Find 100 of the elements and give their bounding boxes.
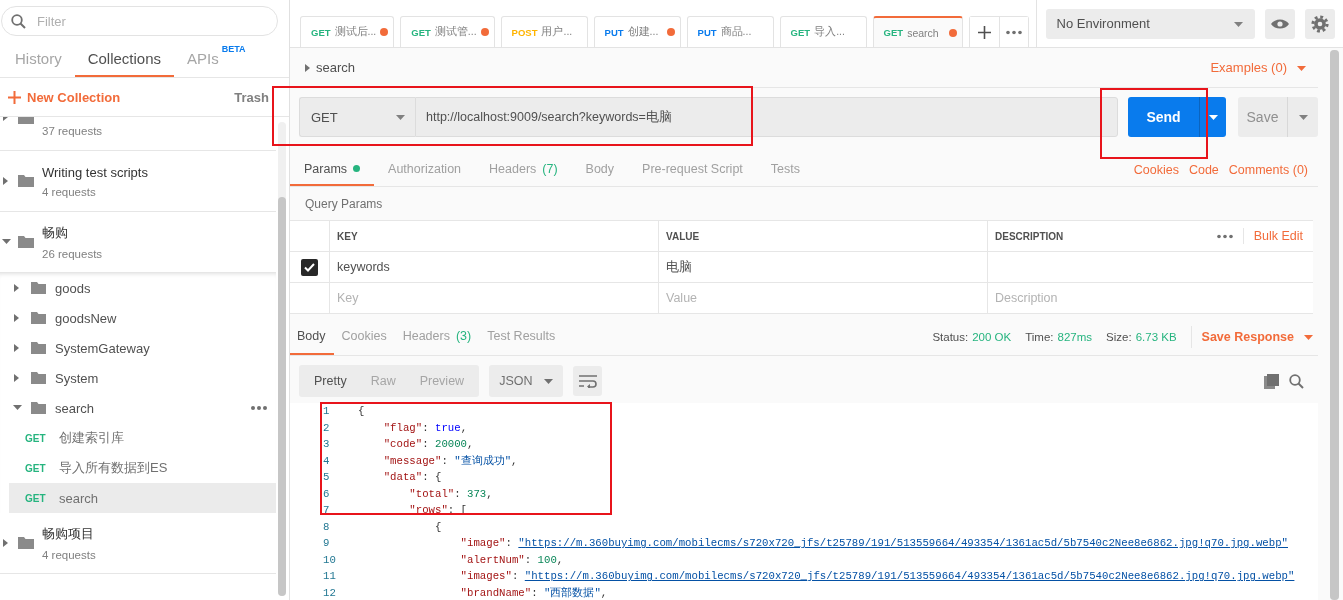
request-count: 26 requests bbox=[42, 248, 103, 260]
wrap-lines-icon bbox=[578, 374, 597, 388]
examples-link[interactable]: Examples (0) bbox=[1210, 60, 1306, 75]
method-value: GET bbox=[311, 109, 338, 125]
code-line: { bbox=[433, 520, 442, 533]
request-tab[interactable]: GET 测试后... bbox=[300, 16, 395, 47]
folder-name[interactable]: goodsNew bbox=[55, 310, 276, 326]
code-line: { bbox=[358, 405, 365, 418]
value-field[interactable]: Value bbox=[666, 291, 987, 305]
column-header: KEY bbox=[337, 230, 358, 242]
collection-item[interactable]: 畅购项目 4 requests bbox=[0, 513, 276, 574]
code-line: "total": 373, bbox=[408, 487, 493, 500]
description-field[interactable]: Description bbox=[995, 291, 1313, 305]
request-section-tab[interactable]: Authorization bbox=[374, 153, 476, 186]
new-collection-button[interactable]: New Collection bbox=[8, 89, 121, 105]
request-name: search bbox=[59, 490, 99, 506]
request-item[interactable]: GET 导入所有数据到ES bbox=[9, 453, 276, 483]
format-dropdown[interactable]: JSON bbox=[489, 365, 564, 397]
folder-name[interactable]: goods bbox=[55, 280, 276, 296]
view-tab[interactable]: Pretty bbox=[302, 365, 359, 397]
copy-icon[interactable] bbox=[1264, 373, 1279, 389]
collection-item[interactable]: Writing test scripts 4 requests bbox=[0, 151, 276, 212]
header-count: (3) bbox=[455, 329, 472, 343]
send-options-button[interactable] bbox=[1199, 97, 1226, 137]
wrap-button[interactable] bbox=[573, 366, 603, 396]
request-tab[interactable]: PUT 创建... bbox=[593, 16, 681, 47]
collection-item[interactable]: 37 requests bbox=[0, 117, 276, 151]
method-label: GET bbox=[883, 27, 904, 38]
request-section-tab[interactable]: Headers (7) bbox=[475, 153, 572, 186]
tab-title: 用户... bbox=[541, 25, 574, 39]
check-icon bbox=[304, 262, 315, 272]
folder-icon bbox=[31, 402, 46, 414]
line-number: 1 bbox=[322, 405, 331, 418]
method-label: GET bbox=[25, 432, 47, 444]
code-line: "flag": true, bbox=[382, 421, 468, 434]
link[interactable]: Comments (0) bbox=[1228, 162, 1308, 177]
method-label: PUT bbox=[604, 26, 624, 38]
link[interactable]: Code bbox=[1188, 162, 1219, 177]
settings-button[interactable] bbox=[1304, 8, 1335, 39]
request-count: 4 requests bbox=[42, 185, 97, 198]
response-tab[interactable]: Test Results bbox=[479, 319, 564, 355]
request-section-tab[interactable]: Params bbox=[290, 153, 375, 186]
more-icon[interactable] bbox=[251, 405, 267, 411]
response-tab[interactable]: Headers (3) bbox=[394, 319, 480, 355]
link[interactable]: Cookies bbox=[1133, 162, 1179, 177]
folder-icon bbox=[18, 236, 34, 248]
trash-link[interactable]: Trash bbox=[234, 89, 269, 105]
caret-down-icon bbox=[1208, 114, 1218, 120]
url-field[interactable]: http://localhost:9009/search?keywords=电脑 bbox=[415, 97, 1118, 137]
send-button[interactable]: Send bbox=[1128, 97, 1199, 137]
tab-title: 创建... bbox=[627, 25, 660, 39]
request-section-tab[interactable]: Body bbox=[571, 153, 629, 186]
more-icon[interactable] bbox=[1216, 233, 1233, 239]
collection-item[interactable]: 畅购 26 requests bbox=[0, 212, 276, 273]
search-icon[interactable] bbox=[1289, 373, 1304, 389]
sidebar-tab[interactable]: History bbox=[2, 39, 75, 77]
method-dropdown[interactable]: GET bbox=[299, 97, 415, 137]
bulk-edit-link[interactable]: Bulk Edit bbox=[1253, 229, 1303, 243]
header-count: (7) bbox=[542, 161, 558, 176]
code-line: "alertNum": 100, bbox=[459, 553, 564, 566]
quick-look-button[interactable] bbox=[1264, 8, 1295, 39]
request-tab[interactable]: GET 导入... bbox=[779, 16, 867, 47]
caret-down-icon[interactable] bbox=[2, 238, 11, 246]
response-tab[interactable]: Body bbox=[290, 319, 334, 355]
key-field[interactable]: Key bbox=[337, 291, 658, 305]
request-tab[interactable]: PUT 商品... bbox=[686, 16, 774, 47]
request-item[interactable]: GET search bbox=[9, 483, 276, 513]
plus-icon bbox=[977, 25, 991, 39]
folder-name[interactable]: System bbox=[55, 370, 276, 386]
request-name[interactable]: search bbox=[304, 60, 356, 75]
request-item[interactable]: GET 创建索引库 bbox=[9, 423, 276, 453]
request-section-tab[interactable]: Pre-request Script bbox=[628, 153, 757, 186]
line-number: 7 bbox=[322, 504, 331, 517]
environment-dropdown[interactable]: No Environment bbox=[1045, 8, 1255, 39]
request-section-tab[interactable]: Tests bbox=[756, 153, 814, 186]
line-number: 9 bbox=[322, 537, 331, 550]
save-button[interactable]: Save bbox=[1238, 97, 1287, 137]
request-tab[interactable]: GET 测试管... bbox=[400, 16, 495, 47]
line-number: 5 bbox=[322, 471, 331, 484]
tab-menu-button[interactable] bbox=[998, 17, 1028, 47]
code-line: "message": "查询成功", bbox=[382, 453, 518, 468]
search-icon bbox=[11, 14, 26, 29]
caret-down-icon[interactable] bbox=[13, 404, 22, 412]
save-response-button[interactable]: Save Response bbox=[1201, 330, 1313, 344]
caret-down-icon bbox=[1233, 20, 1243, 27]
size-label: Size: bbox=[1106, 331, 1132, 343]
sidebar-tab[interactable]: Collections bbox=[74, 39, 175, 77]
checkbox[interactable] bbox=[301, 258, 318, 276]
size-value: 6.73 KB bbox=[1135, 331, 1177, 343]
filter-field[interactable]: Filter bbox=[1, 6, 278, 36]
folder-name[interactable]: SystemGateway bbox=[55, 340, 276, 356]
folder-name[interactable]: search bbox=[55, 400, 242, 416]
folder-icon bbox=[31, 312, 46, 324]
column-header: DESCRIPTION bbox=[995, 230, 1064, 242]
response-tab[interactable]: Cookies bbox=[333, 319, 395, 355]
tab-title: 测试后... bbox=[334, 25, 377, 39]
folder-icon bbox=[31, 342, 46, 354]
code-line: "data": { bbox=[382, 471, 442, 484]
request-tab[interactable]: POST 用户... bbox=[500, 16, 588, 47]
request-tab[interactable]: GET search bbox=[872, 16, 963, 47]
